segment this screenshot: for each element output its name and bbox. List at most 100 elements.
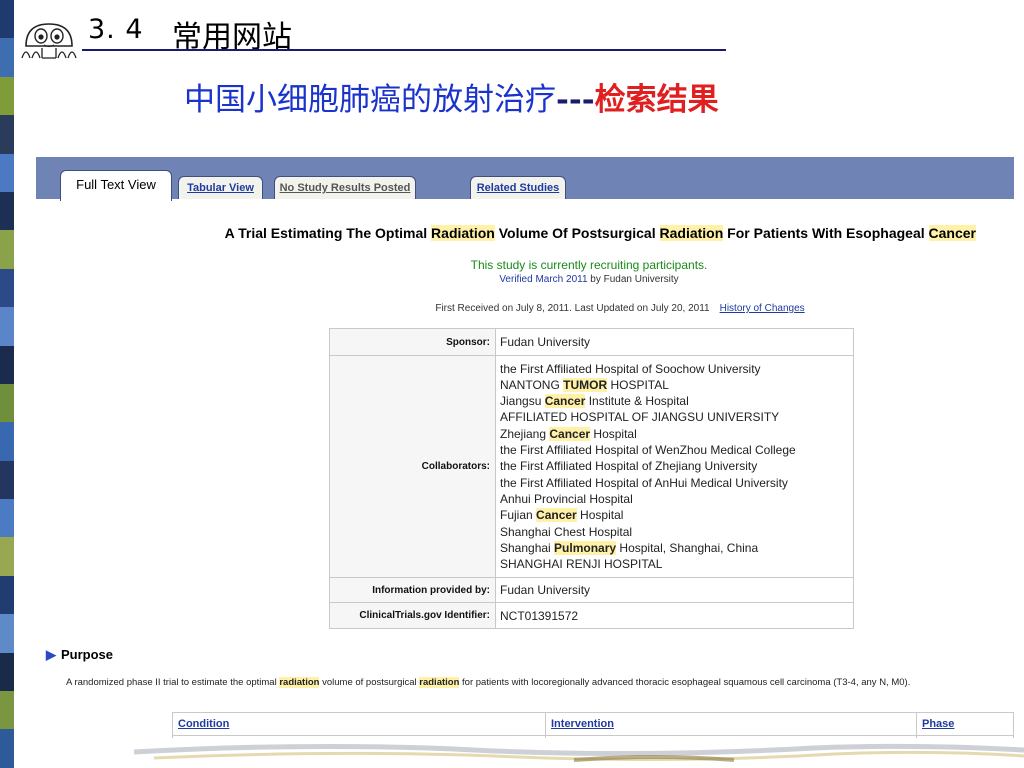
collaborator-item: Fujian Cancer Hospital: [500, 507, 849, 523]
subtitle-result: 检索结果: [594, 82, 719, 118]
verified-by: by Fudan University: [587, 274, 679, 285]
collaborator-text: HOSPITAL: [607, 377, 669, 392]
tab-full-text-view[interactable]: Full Text View: [60, 170, 172, 201]
collaborator-text: Jiangsu: [500, 394, 545, 409]
collaborator-item: the First Affiliated Hospital of Soochow…: [500, 361, 849, 377]
keyword-highlight: Cancer: [549, 426, 591, 441]
purpose-heading-label: Purpose: [61, 647, 114, 662]
collaborator-text: Shanghai: [500, 540, 555, 555]
triangle-right-icon: ▶: [46, 647, 56, 662]
history-of-changes-link[interactable]: History of Changes: [720, 303, 805, 314]
keyword-highlight: Cancer: [928, 225, 976, 241]
collaborator-item: Shanghai Chest Hospital: [500, 524, 849, 540]
collaborator-text: AFFILIATED HOSPITAL OF JIANGSU UNIVERSIT…: [500, 410, 780, 425]
collaborator-text: Zhejiang: [500, 426, 550, 441]
keyword-highlight: radiation: [419, 677, 460, 688]
collaborator-text: Hospital: [576, 508, 624, 523]
study-info-table: Sponsor: Fudan University Collaborators:…: [329, 328, 854, 629]
strip-segment: [0, 537, 14, 576]
subtitle-dashes: ---: [556, 82, 595, 118]
collaborator-text: Shanghai Chest Hospital: [500, 524, 633, 539]
collaborator-text: NANTONG: [500, 377, 564, 392]
collaborator-text: Institute & Hospital: [585, 394, 689, 409]
keyword-highlight: TUMOR: [563, 377, 608, 392]
condition-header[interactable]: Condition: [172, 712, 546, 736]
collaborators-list: the First Affiliated Hospital of Soochow…: [495, 355, 854, 578]
collaborator-text: the First Affiliated Hospital of Soochow…: [500, 361, 761, 376]
strip-segment: [0, 76, 14, 116]
strip-segment: [0, 422, 14, 461]
title-text: For Patients With Esophageal: [723, 225, 929, 241]
collaborators-label: Collaborators:: [329, 355, 496, 578]
strip-segment: [0, 575, 14, 615]
collaborator-text: SHANGHAI RENJI HOSPITAL: [500, 557, 663, 572]
collaborator-item: Shanghai Pulmonary Hospital, Shanghai, C…: [500, 540, 849, 556]
collaborator-text: Fujian: [500, 508, 537, 523]
identifier-value: NCT01391572: [495, 602, 854, 629]
keyword-highlight: Radiation: [431, 225, 495, 241]
strip-segment: [0, 307, 14, 346]
purpose-text: A randomized phase II trial to estimate …: [66, 677, 910, 688]
collaborator-item: Zhejiang Cancer Hospital: [500, 426, 849, 442]
strip-segment: [0, 153, 14, 192]
bottom-decorative-band: [14, 738, 1024, 768]
keyword-highlight: radiation: [279, 677, 320, 688]
strip-segment: [0, 614, 14, 653]
strip-segment: [0, 115, 14, 154]
collaborator-text: the First Affiliated Hospital of WenZhou…: [500, 443, 796, 458]
collaborator-item: SHANGHAI RENJI HOSPITAL: [500, 556, 849, 572]
phase-header[interactable]: Phase: [916, 712, 1014, 736]
collaborator-item: the First Affiliated Hospital of WenZhou…: [500, 442, 849, 458]
keyword-highlight: Cancer: [536, 508, 577, 523]
collaborator-item: Jiangsu Cancer Institute & Hospital: [500, 393, 849, 409]
keyword-highlight: Radiation: [659, 225, 724, 241]
tab-related-studies[interactable]: Related Studies: [470, 176, 566, 199]
strip-segment: [0, 38, 14, 77]
title-text: Volume Of Postsurgical: [494, 225, 660, 241]
strip-segment: [0, 268, 14, 308]
strip-segment: [0, 691, 14, 730]
received-dates: First Received on July 8, 2011. Last Upd…: [435, 303, 710, 314]
strip-segment: [0, 729, 14, 768]
slide-subtitle: 中国小细胞肺癌的放射治疗---检索结果: [184, 74, 719, 119]
provided-by-value: Fudan University: [495, 577, 854, 603]
collaborator-item: NANTONG TUMOR HOSPITAL: [500, 377, 849, 393]
collaborator-item: AFFILIATED HOSPITAL OF JIANGSU UNIVERSIT…: [500, 409, 849, 425]
tab-bar: Full Text View Tabular View No Study Res…: [36, 157, 1014, 201]
subtitle-main: 中国小细胞肺癌的放射治疗: [184, 82, 556, 118]
mascot-logo-icon: [21, 23, 77, 59]
strip-segment: [0, 345, 14, 384]
sponsor-label: Sponsor:: [329, 328, 496, 356]
left-decorative-strip: [0, 0, 14, 768]
collaborator-item: the First Affiliated Hospital of AnHui M…: [500, 475, 849, 491]
strip-segment: [0, 191, 14, 231]
purpose-heading[interactable]: ▶ Purpose: [46, 647, 113, 663]
tab-tabular-view[interactable]: Tabular View: [178, 176, 263, 199]
study-title: A Trial Estimating The Optimal Radiation…: [36, 225, 1014, 241]
collaborator-text: Anhui Provincial Hospital: [500, 491, 633, 506]
received-line: First Received on July 8, 2011. Last Upd…: [36, 303, 1014, 314]
verified-line: Verified March 2011 by Fudan University: [36, 274, 1014, 285]
collaborator-text: Hospital, Shanghai, China: [616, 540, 759, 555]
section-number: 3. 4: [88, 14, 144, 45]
collaborator-text: the First Affiliated Hospital of AnHui M…: [500, 475, 788, 490]
collaborator-item: the First Affiliated Hospital of Zhejian…: [500, 458, 849, 474]
intervention-header[interactable]: Intervention: [545, 712, 917, 736]
purpose-text-part: for patients with locoregionally advance…: [459, 677, 911, 688]
strip-segment: [0, 499, 14, 538]
title-text: A Trial Estimating The Optimal: [224, 225, 432, 241]
keyword-highlight: Pulmonary: [554, 540, 617, 555]
strip-segment: [0, 652, 14, 692]
strip-segment: [0, 0, 14, 39]
strip-segment: [0, 383, 14, 423]
collaborator-text: Hospital: [590, 426, 637, 441]
keyword-highlight: Cancer: [544, 394, 586, 409]
provided-by-label: Information provided by:: [329, 577, 496, 603]
recruiting-status: This study is currently recruiting parti…: [470, 258, 708, 272]
purpose-text-part: A randomized phase II trial to estimate …: [66, 677, 280, 688]
tab-no-study-results[interactable]: No Study Results Posted: [274, 176, 416, 199]
clinicaltrials-page: Full Text View Tabular View No Study Res…: [36, 157, 1014, 750]
strip-segment: [0, 460, 14, 500]
identifier-label: ClinicalTrials.gov Identifier:: [329, 602, 496, 629]
collaborator-item: Anhui Provincial Hospital: [500, 491, 849, 507]
